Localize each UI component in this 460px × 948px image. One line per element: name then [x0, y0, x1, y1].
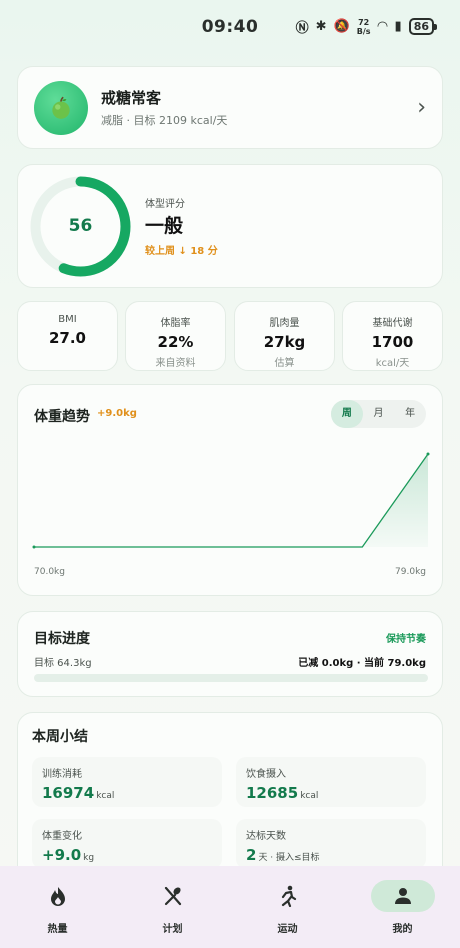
status-icons: Ⓝ ✱ 🔕 72 B/s ◠ ▮ 86	[295, 17, 438, 36]
score-compare: 较上周 ↓ 18 分	[145, 246, 218, 257]
wifi-icon: ◠	[377, 19, 388, 34]
body-score-card[interactable]: 56 体型评分 一般 较上周 ↓ 18 分	[17, 164, 443, 288]
nav-item-plan[interactable]: 计划	[115, 866, 230, 948]
nav-item-me[interactable]: 我的	[345, 866, 460, 948]
score-value: 56	[68, 216, 93, 236]
nav-item-calories[interactable]: 热量	[0, 866, 115, 948]
flame-icon	[26, 880, 90, 912]
profile-goal: 减脂 · 目标 2109 kcal/天	[101, 114, 228, 127]
bottom-nav: 热量 计划 运动 我的	[0, 866, 460, 948]
weight-trend-card: 体重趋势 +9.0kg 周 月 年 70.0kg 79.0kg	[17, 384, 443, 596]
nfc-icon: Ⓝ	[295, 21, 309, 36]
avatar	[34, 80, 88, 135]
weight-line	[34, 453, 429, 548]
stat-weight-change: 体重变化 +9.0 kg	[32, 819, 222, 869]
run-icon	[256, 880, 320, 912]
period-selector: 周 月 年	[331, 400, 426, 428]
network-speed: 72 B/s	[356, 17, 371, 36]
goal-progress-card: 目标进度 保持节奏 目标 64.3kg 已减 0.0kg · 当前 79.0kg	[17, 611, 443, 697]
goal-progress-bar	[34, 674, 428, 682]
goal-title: 目标进度	[34, 631, 90, 647]
axis-min-label: 70.0kg	[34, 567, 65, 577]
metric-body-fat: 体脂率 22% 来自资料	[125, 301, 226, 371]
score-label: 体型评分	[145, 199, 185, 210]
profile-card[interactable]: 戒糖常客 减脂 · 目标 2109 kcal/天 ›	[17, 66, 443, 149]
utensils-icon	[141, 880, 205, 912]
trend-delta: +9.0kg	[97, 408, 137, 419]
bluetooth-icon: ✱	[315, 19, 327, 34]
person-icon	[370, 880, 435, 912]
stat-training-burn: 训练消耗 16974 kcal	[32, 757, 222, 807]
goal-progress-text: 已减 0.0kg · 当前 79.0kg	[298, 658, 426, 669]
tab-week[interactable]: 周	[331, 400, 363, 428]
summary-title: 本周小结	[32, 729, 88, 745]
weight-area	[34, 454, 428, 547]
goal-target: 目标 64.3kg	[34, 658, 92, 669]
weekly-summary-card: 本周小结 训练消耗 16974 kcal 饮食摄入 12685 kcal 体重变化 …	[17, 712, 443, 882]
weight-point	[426, 452, 430, 456]
battery-saver-icon: ▮	[394, 19, 402, 34]
profile-name: 戒糖常客	[101, 89, 162, 107]
apple-icon	[52, 96, 70, 119]
metric-muscle-mass: 肌肉量 27kg 估算	[234, 301, 335, 371]
battery-indicator: 86	[408, 18, 438, 35]
status-bar: 09:40 Ⓝ ✱ 🔕 72 B/s ◠ ▮ 86	[0, 0, 460, 54]
score-ring: 56	[28, 174, 133, 279]
nav-item-exercise[interactable]: 运动	[230, 866, 345, 948]
mute-icon: 🔕	[333, 19, 350, 34]
metric-bmi: BMI 27.0	[17, 301, 118, 371]
stat-goal-days: 达标天数 2天 · 摄入≤目标	[236, 819, 426, 869]
metric-bmr: 基础代谢 1700 kcal/天	[342, 301, 443, 371]
tab-month[interactable]: 月	[363, 400, 395, 428]
stat-food-intake: 饮食摄入 12685 kcal	[236, 757, 426, 807]
axis-max-label: 79.0kg	[395, 567, 426, 577]
status-time: 09:40	[201, 17, 259, 37]
goal-status: 保持节奏	[386, 634, 426, 645]
trend-title: 体重趋势	[34, 409, 90, 425]
weight-point	[32, 545, 36, 549]
score-level: 一般	[145, 215, 184, 237]
chevron-right-icon: ›	[417, 95, 426, 120]
tab-year[interactable]: 年	[394, 400, 426, 428]
